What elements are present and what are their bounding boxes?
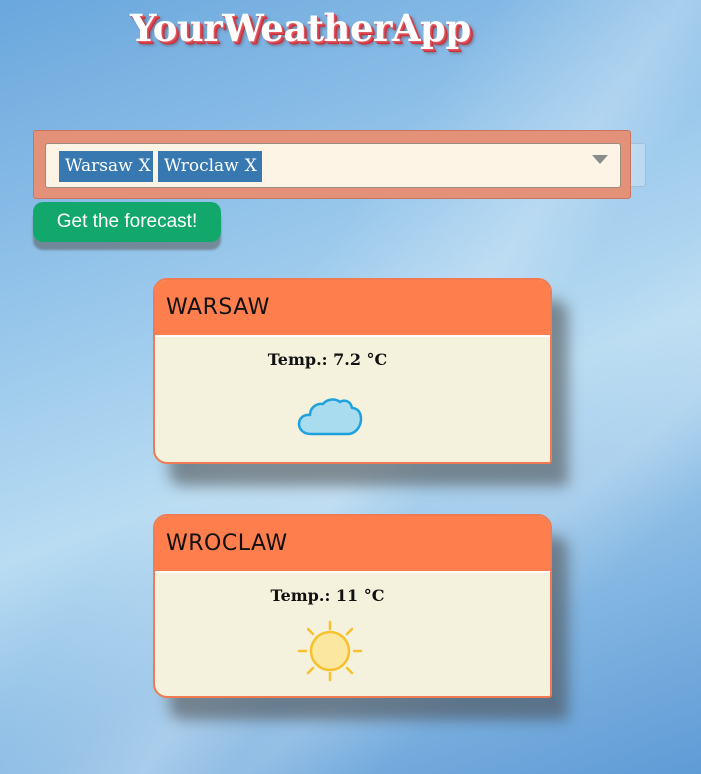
sun-icon (297, 620, 363, 682)
city-select-frame: Warsaw X Wroclaw X (33, 130, 631, 199)
city-chip-label: Wroclaw (164, 156, 239, 176)
card-city-name: WROCLAW (155, 516, 550, 573)
weather-card-wroclaw: WROCLAW Temp.: 11 °C (153, 514, 552, 698)
cloud-icon (297, 398, 363, 436)
select-addon (631, 143, 646, 187)
remove-chip-button[interactable]: X (139, 156, 151, 176)
temperature-label: Temp.: 11 °C (270, 586, 385, 605)
temperature-label: Temp.: 7.2 °C (267, 350, 388, 369)
city-select[interactable]: Warsaw X Wroclaw X (45, 143, 621, 188)
city-chip-wroclaw: Wroclaw X (158, 151, 262, 182)
get-forecast-button[interactable]: Get the forecast! (33, 202, 221, 242)
chevron-down-icon[interactable] (592, 155, 608, 164)
city-chip-warsaw: Warsaw X (59, 151, 153, 182)
city-chip-label: Warsaw (65, 156, 133, 176)
remove-chip-button[interactable]: X (245, 156, 257, 176)
card-city-name: WARSAW (155, 280, 550, 337)
weather-card-warsaw: WARSAW Temp.: 7.2 °C (153, 278, 552, 464)
app-title: YourWeatherApp (130, 6, 471, 50)
